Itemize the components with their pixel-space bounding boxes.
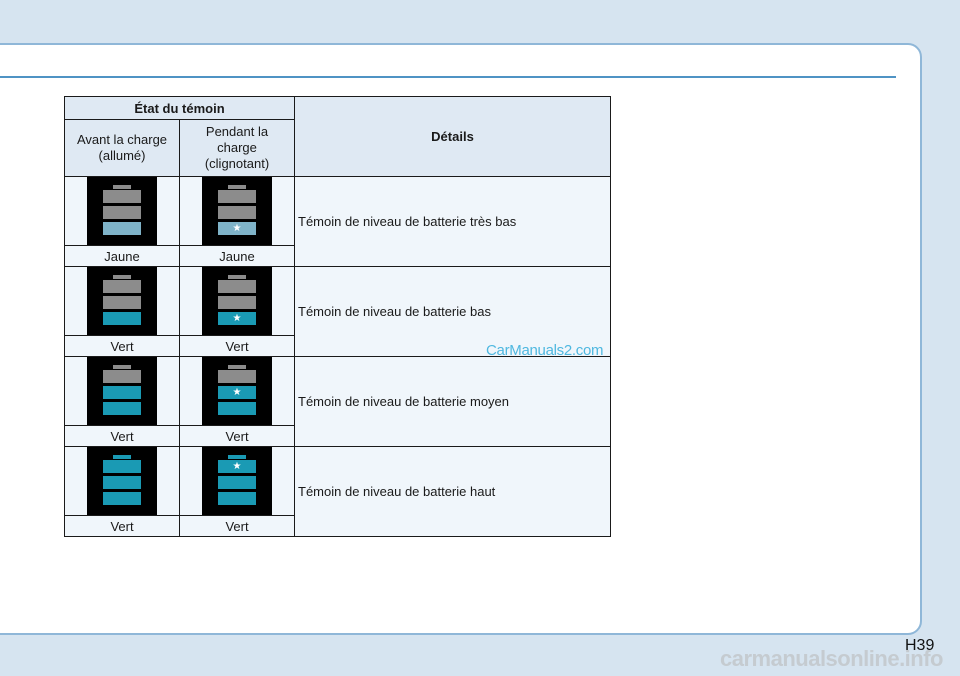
color-label-during: Vert xyxy=(179,515,295,537)
detail-text: Témoin de niveau de batterie moyen xyxy=(294,356,611,447)
icon-cell-before xyxy=(64,356,180,426)
detail-text: Témoin de niveau de batterie très bas xyxy=(294,176,611,267)
charging-star-icon: ★ xyxy=(232,313,242,324)
icon-cell-before xyxy=(64,446,180,516)
charging-star-icon: ★ xyxy=(232,223,242,234)
charging-star-icon: ★ xyxy=(232,387,242,398)
header-during-charge: Pendant la charge (clignotant) xyxy=(179,119,295,177)
battery-medium-icon xyxy=(87,357,157,425)
battery-low-icon xyxy=(87,267,157,335)
charging-star-icon: ★ xyxy=(232,461,242,472)
icon-cell-during: ★ xyxy=(179,176,295,246)
color-label-during: Vert xyxy=(179,425,295,447)
watermark-text: CarManuals2.com xyxy=(486,342,604,359)
icon-cell-before xyxy=(64,266,180,336)
battery-indicator-table: État du témoin Détails Avant la charge (… xyxy=(64,96,611,537)
color-label-during: Vert xyxy=(179,335,295,357)
page-number: H39 xyxy=(905,637,935,654)
header-details: Détails xyxy=(294,96,611,177)
color-label-before: Vert xyxy=(64,515,180,537)
icon-cell-during: ★ xyxy=(179,356,295,426)
icon-cell-during: ★ xyxy=(179,266,295,336)
color-label-during: Jaune xyxy=(179,245,295,267)
detail-text: Témoin de niveau de batterie haut xyxy=(294,446,611,537)
battery-medium-blinking-icon: ★ xyxy=(202,357,272,425)
icon-cell-during: ★ xyxy=(179,446,295,516)
color-label-before: Vert xyxy=(64,425,180,447)
battery-very-low-icon xyxy=(87,177,157,245)
color-label-before: Jaune xyxy=(64,245,180,267)
header-before-charge: Avant la charge (allumé) xyxy=(64,119,180,177)
battery-low-blinking-icon: ★ xyxy=(202,267,272,335)
battery-high-blinking-icon: ★ xyxy=(202,447,272,515)
icon-cell-before xyxy=(64,176,180,246)
header-state: État du témoin xyxy=(64,96,295,120)
battery-high-icon xyxy=(87,447,157,515)
color-label-before: Vert xyxy=(64,335,180,357)
header-rule xyxy=(0,76,896,78)
battery-very-low-blinking-icon: ★ xyxy=(202,177,272,245)
